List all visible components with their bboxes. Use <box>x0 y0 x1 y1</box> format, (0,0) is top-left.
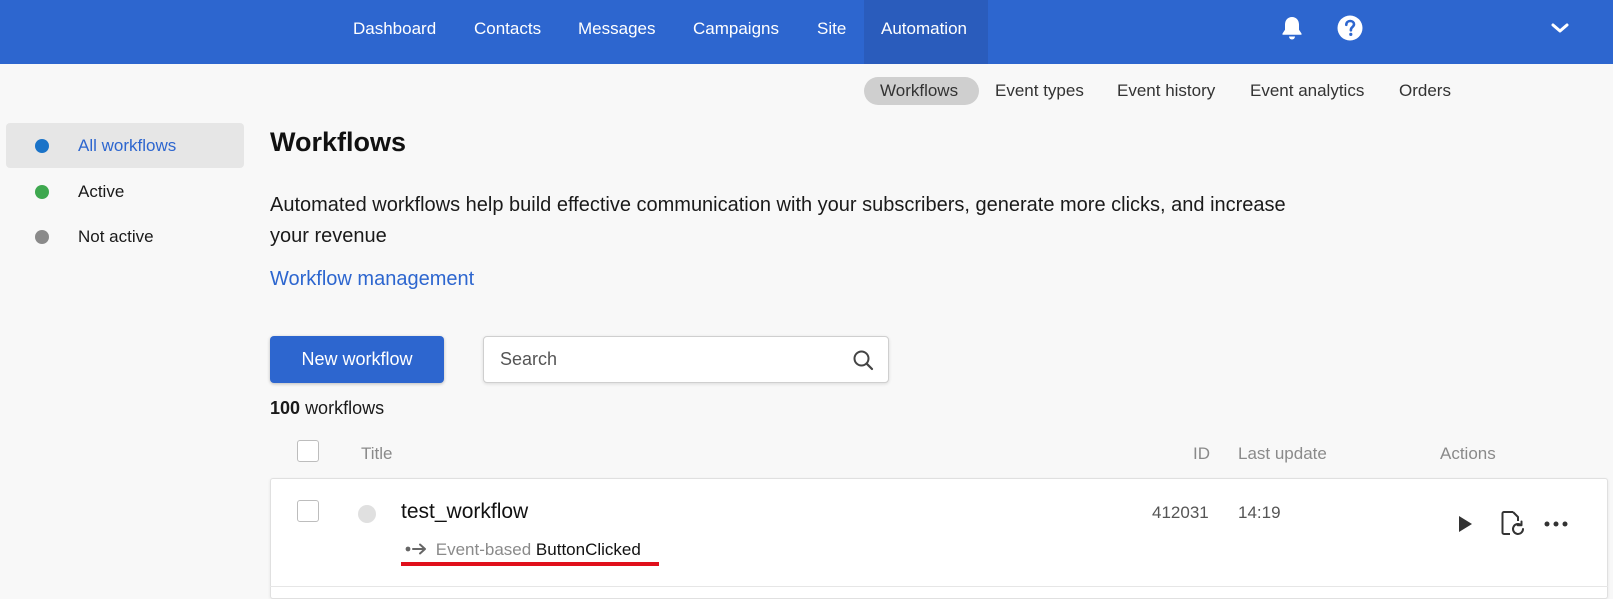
sidebar-item-label: Not active <box>78 227 154 246</box>
workflow-count: 100 workflows <box>270 398 384 419</box>
status-dot <box>35 139 49 153</box>
column-header-title[interactable]: Title <box>361 444 393 464</box>
nav-messages[interactable]: Messages <box>561 0 672 64</box>
workflow-status-dot <box>358 505 376 523</box>
sidebar-item-label: Active <box>78 182 125 201</box>
sidebar-item-active[interactable]: Active <box>6 169 244 214</box>
chevron-down-icon[interactable] <box>1546 14 1574 42</box>
search-box <box>483 336 889 383</box>
highlight-underline <box>401 562 659 566</box>
nav-site[interactable]: Site <box>800 0 863 64</box>
workflow-id: 412031 <box>1152 503 1209 522</box>
top-navigation-bar: Dashboard Contacts Messages Campaigns Si… <box>0 0 1613 64</box>
row-checkbox[interactable] <box>297 500 319 522</box>
help-icon[interactable] <box>1336 14 1364 42</box>
subnav-orders[interactable]: Orders <box>1383 77 1467 105</box>
sidebar-item-label: All workflows <box>78 136 177 155</box>
nav-dashboard[interactable]: Dashboard <box>336 0 453 64</box>
subnav-event-types[interactable]: Event types <box>979 77 1100 105</box>
row-divider <box>270 586 1608 587</box>
page-title: Workflows <box>270 127 407 157</box>
sidebar-item-not-active[interactable]: Not active <box>6 214 244 259</box>
workflow-management-link[interactable]: Workflow management <box>270 268 474 291</box>
subnav-event-analytics[interactable]: Event analytics <box>1234 77 1380 105</box>
workflow-last-update: 14:19 <box>1238 503 1281 522</box>
sidebar-item-all-workflows[interactable]: All workflows <box>6 123 244 168</box>
workflow-event-name: ButtonClicked <box>535 540 641 559</box>
new-workflow-button[interactable]: New workflow <box>270 336 444 383</box>
search-icon[interactable] <box>852 349 874 371</box>
column-header-id[interactable]: ID <box>1193 444 1210 464</box>
column-header-last-update[interactable]: Last update <box>1238 444 1327 464</box>
subnav-event-history[interactable]: Event history <box>1101 77 1231 105</box>
select-all-checkbox[interactable] <box>297 440 319 462</box>
status-dot <box>35 230 49 244</box>
more-icon[interactable] <box>1542 510 1570 538</box>
column-header-actions: Actions <box>1440 444 1496 463</box>
page-description: Automated workflows help build effective… <box>270 194 1286 247</box>
workflow-trigger: Event-based ButtonClicked <box>405 540 641 560</box>
nav-automation[interactable]: Automation <box>864 0 988 64</box>
nav-contacts[interactable]: Contacts <box>457 0 558 64</box>
workflow-title[interactable]: test_workflow <box>401 500 528 524</box>
workflow-count-label: workflows <box>305 398 385 418</box>
table-row[interactable] <box>270 478 1608 599</box>
play-icon[interactable] <box>1450 510 1478 538</box>
restore-version-icon[interactable] <box>1497 509 1525 537</box>
status-dot <box>35 185 49 199</box>
workflow-type: Event-based <box>435 540 532 559</box>
event-trigger-icon <box>405 543 426 555</box>
workflow-count-number: 100 <box>270 398 301 418</box>
search-input[interactable] <box>500 337 840 382</box>
subnav-workflows[interactable]: Workflows <box>864 77 979 105</box>
bell-icon[interactable] <box>1278 14 1306 42</box>
nav-campaigns[interactable]: Campaigns <box>676 0 796 64</box>
